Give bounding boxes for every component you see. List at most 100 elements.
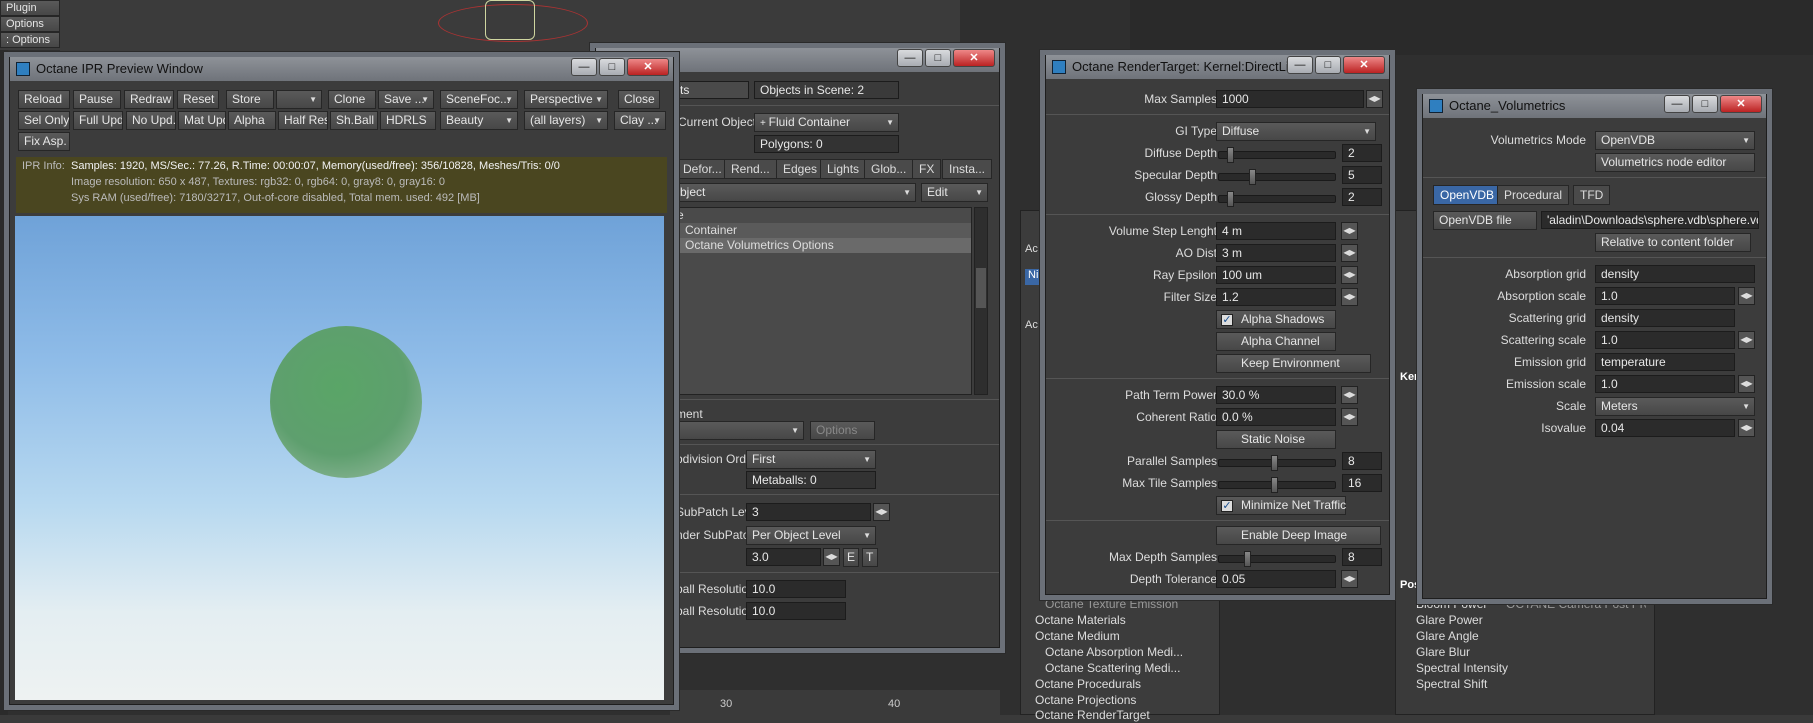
metaball-render-resolution-field[interactable]: 10.0 (746, 602, 846, 620)
sel-only-button[interactable]: Sel Only (18, 111, 70, 130)
list-item[interactable]: Glare Blur (1416, 645, 1556, 660)
volumetrics-node-editor-button[interactable]: Volumetrics node editor (1595, 153, 1755, 172)
glossy-depth-field[interactable]: 2 (1342, 188, 1382, 206)
path-term-power-stepper[interactable]: ◀▶ (1341, 386, 1358, 404)
clone-button[interactable]: Clone (328, 90, 376, 109)
alpha-channel-checkbox[interactable]: Alpha Channel (1216, 332, 1336, 351)
ao-dist-field[interactable]: 3 m (1216, 244, 1336, 262)
specular-depth-field[interactable]: 5 (1342, 166, 1382, 184)
metaball-resolution-field[interactable]: 10.0 (746, 580, 846, 598)
subpatch-level-field[interactable]: 3 (746, 503, 871, 521)
subdivision-order-dropdown[interactable]: First (746, 450, 876, 469)
volume-step-field[interactable]: 4 m (1216, 222, 1336, 240)
isovalue-field[interactable]: 0.04 (1595, 419, 1735, 437)
half-res-button[interactable]: Half Res (278, 111, 328, 130)
slider-thumb[interactable] (1271, 455, 1278, 471)
alpha-button[interactable]: Alpha (228, 111, 276, 130)
maximize-button[interactable]: □ (599, 58, 625, 76)
list-item[interactable]: Container (675, 223, 971, 238)
close-button[interactable]: ✕ (1720, 95, 1762, 113)
redraw-button[interactable]: Redraw (124, 90, 174, 109)
list-item[interactable]: Octane Texture Emission (1045, 597, 1185, 612)
side-panel-label[interactable]: Ac (1025, 319, 1038, 331)
ray-epsilon-field[interactable]: 100 um (1216, 266, 1336, 284)
clay-dropdown[interactable]: Clay ... (614, 111, 666, 130)
openvdb-file-path[interactable]: 'aladin\Downloads\sphere.vdb\sphere.vdb (1541, 211, 1759, 229)
max-tile-samples-field[interactable]: 16 (1342, 474, 1382, 492)
alpha-shadows-checkbox[interactable]: ✓ Alpha Shadows (1216, 310, 1336, 329)
reload-button[interactable]: Reload (18, 90, 70, 109)
emission-grid-field[interactable]: temperature (1595, 353, 1735, 371)
diffuse-depth-slider[interactable] (1218, 147, 1336, 163)
list-item[interactable]: Octane Materials (1035, 613, 1185, 628)
depth-tolerance-stepper[interactable]: ◀▶ (1341, 570, 1358, 588)
ment-dropdown[interactable] (674, 421, 804, 440)
scattering-scale-stepper[interactable]: ◀▶ (1738, 331, 1755, 349)
filter-size-field[interactable]: 1.2 (1216, 288, 1336, 306)
minimize-button[interactable]: — (1287, 56, 1313, 74)
full-update-button[interactable]: Full Upd. (73, 111, 123, 130)
close-ipr-button[interactable]: Close (618, 90, 660, 109)
slider-thumb[interactable] (1271, 477, 1278, 493)
minimize-button[interactable]: — (571, 58, 597, 76)
list-item[interactable]: Octane Procedurals (1035, 677, 1185, 692)
slider-thumb[interactable] (1249, 169, 1256, 185)
subpatch-num-stepper[interactable]: ◀▶ (823, 548, 840, 566)
list-item[interactable]: Glare Power (1416, 613, 1556, 628)
render-viewport[interactable] (15, 216, 664, 700)
path-term-power-field[interactable]: 30.0 % (1216, 386, 1336, 404)
coherent-ratio-field[interactable]: 0.0 % (1216, 408, 1336, 426)
tab-deformers[interactable]: Defor... (676, 159, 729, 179)
absorption-scale-stepper[interactable]: ◀▶ (1738, 287, 1755, 305)
scrollbar[interactable] (974, 207, 988, 395)
glossy-depth-slider[interactable] (1218, 191, 1336, 207)
relative-to-content-button[interactable]: Relative to content folder (1595, 233, 1751, 252)
tab-instance[interactable]: Insta... (942, 159, 993, 179)
filter-size-stepper[interactable]: ◀▶ (1341, 288, 1358, 306)
gi-type-dropdown[interactable]: Diffuse (1216, 122, 1376, 141)
slider-thumb[interactable] (1227, 147, 1234, 163)
e-button[interactable]: E (843, 548, 859, 567)
layers-dropdown[interactable]: (all layers) (524, 111, 608, 130)
specular-depth-slider[interactable] (1218, 169, 1336, 185)
list-item[interactable]: Spectral Shift (1416, 677, 1556, 692)
minimize-button[interactable]: — (1664, 95, 1690, 113)
close-button[interactable]: ✕ (627, 58, 669, 76)
static-noise-checkbox[interactable]: Static Noise (1216, 430, 1336, 449)
tab-procedural[interactable]: Procedural (1497, 185, 1570, 205)
tab-tfd[interactable]: TFD (1573, 185, 1611, 205)
max-depth-samples-field[interactable]: 8 (1342, 548, 1382, 566)
list-item[interactable]: Glare Angle (1416, 629, 1556, 644)
t-button[interactable]: T (862, 548, 878, 567)
absorption-grid-field[interactable]: density (1595, 265, 1755, 283)
max-depth-samples-slider[interactable] (1218, 551, 1336, 567)
scene-focus-dropdown[interactable]: SceneFoc... (440, 90, 518, 109)
isovalue-stepper[interactable]: ◀▶ (1738, 419, 1755, 437)
side-panel-tab[interactable]: Ni (1025, 269, 1045, 285)
list-item[interactable]: Octane Medium (1035, 629, 1185, 644)
options-button[interactable]: Options (810, 421, 875, 440)
fix-aspect-button[interactable]: Fix Asp. (18, 132, 70, 151)
openvdb-file-button[interactable]: OpenVDB file (1433, 211, 1537, 230)
render-subpatch-dropdown[interactable]: Per Object Level (746, 526, 876, 545)
menu-item-more-options[interactable]: : Options (0, 32, 60, 48)
tab-render[interactable]: Rend... (724, 159, 777, 179)
keep-environment-checkbox[interactable]: Keep Environment (1216, 354, 1371, 373)
object-type-dropdown[interactable]: bject (674, 183, 916, 202)
scattering-scale-field[interactable]: 1.0 (1595, 331, 1735, 349)
no-update-button[interactable]: No Upd. (126, 111, 176, 130)
volumetrics-mode-dropdown[interactable]: OpenVDB (1595, 131, 1755, 150)
shader-ball-button[interactable]: Sh.Ball (330, 111, 378, 130)
max-tile-samples-slider[interactable] (1218, 477, 1336, 493)
maximize-button[interactable]: □ (1692, 95, 1718, 113)
mat-update-button[interactable]: Mat Upd (178, 111, 226, 130)
tab-global[interactable]: Glob... (864, 159, 914, 179)
save-dropdown[interactable]: Save ... (378, 90, 434, 109)
scale-dropdown[interactable]: Meters (1595, 397, 1755, 416)
list-item[interactable]: Bloom Power (1416, 597, 1516, 612)
window-titlebar[interactable]: Octane IPR Preview Window — □ ✕ (10, 57, 673, 81)
reset-button[interactable]: Reset (177, 90, 219, 109)
window-titlebar[interactable]: Octane_Volumetrics — □ ✕ (1423, 94, 1766, 118)
list-item[interactable]: Octane RenderTarget (1035, 708, 1185, 723)
hdrls-button[interactable]: HDRLS (380, 111, 436, 130)
